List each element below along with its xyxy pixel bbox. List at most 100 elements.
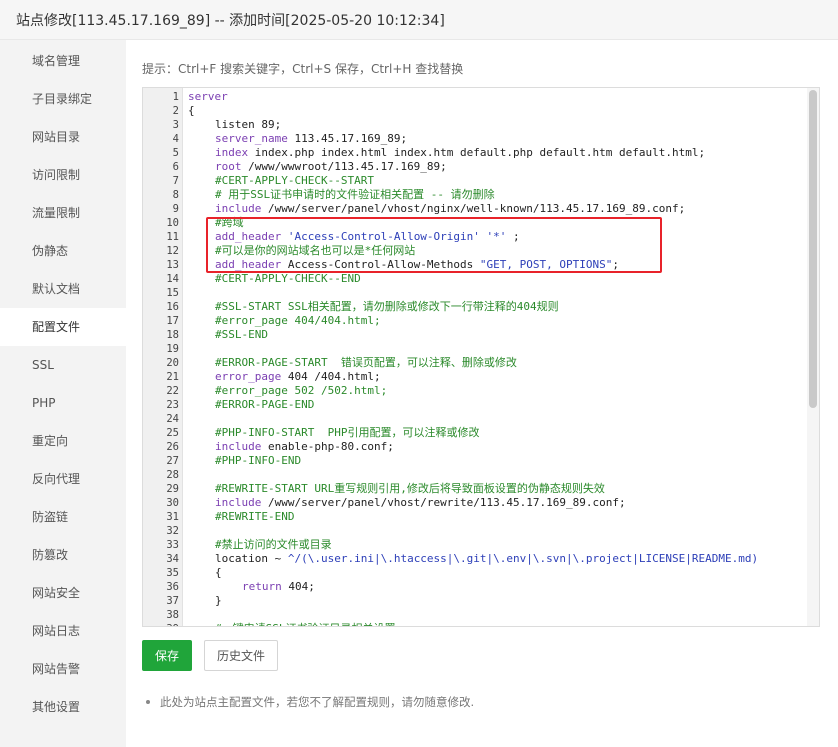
sidebar-item[interactable]: 其他设置 xyxy=(0,688,126,726)
save-button[interactable]: 保存 xyxy=(142,640,192,671)
sidebar-item[interactable]: 重定向 xyxy=(0,422,126,460)
code-line[interactable]: 13add_header Access-Control-Allow-Method… xyxy=(143,258,803,272)
sidebar-item[interactable]: 访问限制 xyxy=(0,156,126,194)
sidebar-item[interactable]: PHP xyxy=(0,384,126,422)
code-line[interactable]: 14#CERT-APPLY-CHECK--END xyxy=(143,272,803,286)
code-token: 404 /404.html; xyxy=(281,370,380,383)
code-line[interactable]: 17#error_page 404/404.html; xyxy=(143,314,803,328)
code-token: "GET, POST, OPTIONS" xyxy=(480,258,612,271)
code-line[interactable]: 12#可以是你的网站域名也可以是*任何网站 xyxy=(143,244,803,258)
sidebar-item[interactable]: 默认文档 xyxy=(0,270,126,308)
code-line[interactable]: 26include enable-php-80.conf; xyxy=(143,440,803,454)
code-line[interactable]: 25#PHP-INFO-START PHP引用配置，可以注释或修改 xyxy=(143,426,803,440)
code-line[interactable]: 2{ xyxy=(143,104,803,118)
line-number: 15 xyxy=(143,286,179,300)
code-line[interactable]: 20#ERROR-PAGE-START 错误页配置，可以注释、删除或修改 xyxy=(143,356,803,370)
config-editor[interactable]: 1server2{3listen 89;4server_name 113.45.… xyxy=(142,87,820,627)
code-token: } xyxy=(215,594,222,607)
code-line[interactable]: 39#一键申请SSL证书验证目录相关设置 xyxy=(143,622,803,627)
sidebar: 域名管理子目录绑定网站目录访问限制流量限制伪静态默认文档配置文件SSLPHP重定… xyxy=(0,40,126,747)
code-token: #PHP-INFO-END xyxy=(215,454,301,467)
code-line[interactable]: 32 xyxy=(143,524,803,538)
line-number: 16 xyxy=(143,300,179,314)
code-token: return xyxy=(242,580,282,593)
line-number: 22 xyxy=(143,384,179,398)
code-line[interactable]: 28 xyxy=(143,468,803,482)
sidebar-item[interactable]: 子目录绑定 xyxy=(0,80,126,118)
code-line[interactable]: 35{ xyxy=(143,566,803,580)
code-line[interactable]: 7#CERT-APPLY-CHECK--START xyxy=(143,174,803,188)
code-line[interactable]: 4server_name 113.45.17.169_89; xyxy=(143,132,803,146)
code-line[interactable]: 37} xyxy=(143,594,803,608)
code-text: server xyxy=(188,90,228,104)
line-number: 19 xyxy=(143,342,179,356)
line-number: 30 xyxy=(143,496,179,510)
code-line[interactable]: 5index index.php index.html index.htm de… xyxy=(143,146,803,160)
code-token: #error_page 404/404.html; xyxy=(215,314,381,327)
line-number: 2 xyxy=(143,104,179,118)
line-number: 21 xyxy=(143,370,179,384)
code-line[interactable]: 16 #SSL-START SSL相关配置，请勿删除或修改下一行带注释的404规则 xyxy=(143,300,803,314)
code-line[interactable]: 33#禁止访问的文件或目录 xyxy=(143,538,803,552)
code-line[interactable]: 9include /www/server/panel/vhost/nginx/w… xyxy=(143,202,803,216)
history-files-button[interactable]: 历史文件 xyxy=(204,640,278,671)
code-line[interactable]: 18#SSL-END xyxy=(143,328,803,342)
code-line[interactable]: 31#REWRITE-END xyxy=(143,510,803,524)
sidebar-item[interactable]: 防盗链 xyxy=(0,498,126,536)
code-token: /www/server/panel/vhost/nginx/well-known… xyxy=(261,202,685,215)
sidebar-item[interactable]: 网站日志 xyxy=(0,612,126,650)
code-token: root xyxy=(215,160,242,173)
code-text: add_header 'Access-Control-Allow-Origin'… xyxy=(188,230,520,244)
code-line[interactable]: 24 xyxy=(143,412,803,426)
sidebar-item[interactable]: 反向代理 xyxy=(0,460,126,498)
code-line[interactable]: 22#error_page 502 /502.html; xyxy=(143,384,803,398)
code-token: #可以是你的网站域名也可以是*任何网站 xyxy=(215,244,415,257)
sidebar-item[interactable]: 域名管理 xyxy=(0,42,126,80)
code-line[interactable]: 1server xyxy=(143,90,803,104)
line-number: 10 xyxy=(143,216,179,230)
line-number: 25 xyxy=(143,426,179,440)
line-number: 7 xyxy=(143,174,179,188)
code-token: #ERROR-PAGE-END xyxy=(215,398,314,411)
code-line[interactable]: 38 xyxy=(143,608,803,622)
code-line[interactable]: 19 xyxy=(143,342,803,356)
code-text: #一键申请SSL证书验证目录相关设置 xyxy=(188,622,396,627)
code-text: include /www/server/panel/vhost/rewrite/… xyxy=(188,496,626,510)
code-line[interactable]: 15 xyxy=(143,286,803,300)
code-token: #跨域 xyxy=(215,216,244,229)
code-text: server_name 113.45.17.169_89; xyxy=(188,132,407,146)
code-line[interactable]: 8 # 用于SSL证书申请时的文件验证相关配置 -- 请勿删除 xyxy=(143,188,803,202)
code-line[interactable]: 29#REWRITE-START URL重写规则引用,修改后将导致面板设置的伪静… xyxy=(143,482,803,496)
line-number: 20 xyxy=(143,356,179,370)
code-token: #SSL-START SSL相关配置，请勿删除或修改下一行带注释的404规则 xyxy=(215,300,559,313)
code-text: { xyxy=(188,566,222,580)
code-line[interactable]: 10 #跨域 xyxy=(143,216,803,230)
code-line[interactable]: 11add_header 'Access-Control-Allow-Origi… xyxy=(143,230,803,244)
sidebar-item[interactable]: 配置文件 xyxy=(0,308,126,346)
sidebar-item[interactable]: 防篡改 xyxy=(0,536,126,574)
code-line[interactable]: 21error_page 404 /404.html; xyxy=(143,370,803,384)
editor-scrollbar-thumb[interactable] xyxy=(809,90,817,408)
code-line[interactable]: 23#ERROR-PAGE-END xyxy=(143,398,803,412)
code-text: return 404; xyxy=(188,580,315,594)
code-line[interactable]: 36return 404; xyxy=(143,580,803,594)
code-token: #REWRITE-START URL重写规则引用,修改后将导致面板设置的伪静态规… xyxy=(215,482,605,495)
sidebar-item[interactable]: SSL xyxy=(0,346,126,384)
sidebar-item[interactable]: 网站安全 xyxy=(0,574,126,612)
sidebar-item[interactable]: 网站告警 xyxy=(0,650,126,688)
code-text: #CERT-APPLY-CHECK--END xyxy=(188,272,361,286)
window-titlebar: 站点修改[113.45.17.169_89] -- 添加时间[2025-05-2… xyxy=(0,0,838,40)
code-lines[interactable]: 1server2{3listen 89;4server_name 113.45.… xyxy=(143,90,803,627)
line-number: 8 xyxy=(143,188,179,202)
code-token: #一键申请SSL证书验证目录相关设置 xyxy=(215,622,396,627)
code-line[interactable]: 6root /www/wwwroot/113.45.17.169_89; xyxy=(143,160,803,174)
code-line[interactable]: 3listen 89; xyxy=(143,118,803,132)
code-line[interactable]: 30 include /www/server/panel/vhost/rewrit… xyxy=(143,496,803,510)
sidebar-item[interactable]: 伪静态 xyxy=(0,232,126,270)
sidebar-item[interactable]: 网站目录 xyxy=(0,118,126,156)
code-text: # 用于SSL证书申请时的文件验证相关配置 -- 请勿删除 xyxy=(188,188,495,202)
code-line[interactable]: 34location ~ ^/(\.user.ini|\.htaccess|\.… xyxy=(143,552,803,566)
editor-scrollbar[interactable] xyxy=(807,88,819,626)
code-line[interactable]: 27#PHP-INFO-END xyxy=(143,454,803,468)
sidebar-item[interactable]: 流量限制 xyxy=(0,194,126,232)
